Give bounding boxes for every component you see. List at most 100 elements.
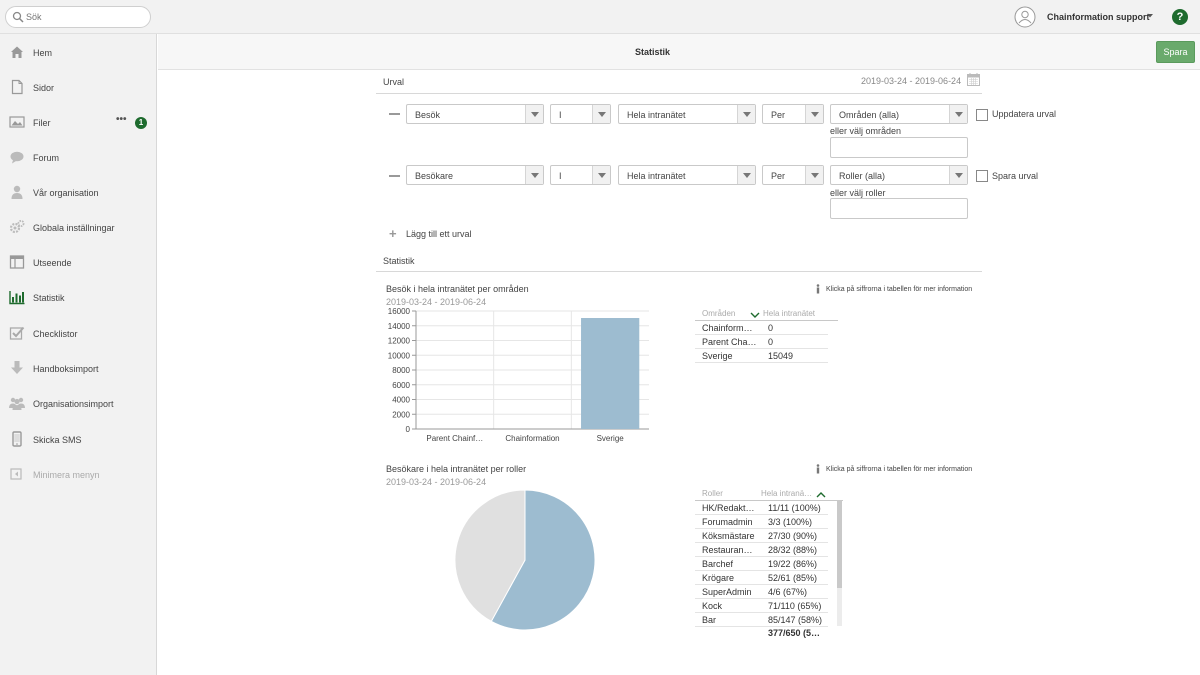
areas-input[interactable] — [830, 137, 968, 158]
sort-down-icon[interactable] — [750, 311, 760, 319]
sidebar-item-checklistor[interactable]: Checklistor — [0, 319, 157, 347]
row-value[interactable]: 15049 — [768, 351, 793, 361]
scrollbar-thumb[interactable] — [837, 500, 842, 588]
row-value[interactable]: 0 — [768, 323, 773, 333]
row-name: Köksmästare — [702, 531, 755, 541]
chevron-down-icon — [949, 166, 967, 184]
sidebar-item-sidor[interactable]: Sidor — [0, 73, 157, 101]
roles-input[interactable] — [830, 198, 968, 219]
sidebar-item-handboksimport[interactable]: Handboksimport — [0, 354, 157, 382]
select-value: Besök — [415, 110, 441, 120]
row-value[interactable]: 28/32 (88%) — [768, 545, 817, 555]
group-select[interactable]: Områden (alla) — [830, 104, 968, 124]
row-value[interactable]: 0 — [768, 337, 773, 347]
urval-heading: Urval — [383, 77, 405, 87]
areas-label: eller välj områden — [830, 126, 902, 136]
y-tick-label: 12000 — [388, 337, 411, 346]
table-row: Forumadmin 3/3 (100%) — [695, 515, 828, 529]
scope-select[interactable]: Hela intranätet — [618, 104, 756, 124]
per-select[interactable]: Per — [762, 165, 824, 185]
y-tick-label: 6000 — [392, 381, 410, 390]
per-select[interactable]: Per — [762, 104, 824, 124]
row-value[interactable]: 4/6 (67%) — [768, 587, 807, 597]
measure-select[interactable]: Besökare — [406, 165, 544, 185]
table-row: Bar 85/147 (58%) — [695, 613, 828, 627]
save-selection-checkbox[interactable] — [976, 170, 988, 182]
row-name: Sverige — [702, 351, 733, 361]
row-value[interactable]: 52/61 (85%) — [768, 573, 817, 583]
sidebar-item-filer[interactable]: Filer ••• — [0, 108, 157, 136]
image-icon — [9, 116, 25, 128]
sidebar-item-minimera-menyn[interactable]: Minimera menyn — [0, 460, 157, 488]
table-row: Barchef 19/22 (86%) — [695, 557, 828, 571]
remove-row-button[interactable] — [389, 175, 400, 177]
remove-row-button[interactable] — [389, 113, 400, 115]
sidebar-item-label: Organisationsimport — [33, 399, 114, 409]
search-icon — [12, 11, 24, 23]
table-row: Chainform… 0 — [695, 321, 828, 335]
sidebar-item-statistik[interactable]: Statistik — [0, 283, 157, 311]
table-row: HK/Redakt… 11/11 (100%) — [695, 501, 828, 515]
y-tick-label: 16000 — [388, 307, 411, 316]
chevron-down-icon — [592, 166, 610, 184]
row-value[interactable]: 19/22 (86%) — [768, 559, 817, 569]
page-title: Statistik — [635, 47, 671, 57]
table-row: Restauran… 28/32 (88%) — [695, 543, 828, 557]
row-value[interactable]: 27/30 (90%) — [768, 531, 817, 541]
calendar-icon[interactable] — [967, 73, 980, 86]
row-value[interactable]: 3/3 (100%) — [768, 517, 812, 527]
select-value: I — [559, 171, 562, 181]
user-avatar-icon[interactable] — [1014, 6, 1036, 28]
table-row: SuperAdmin 4/6 (67%) — [695, 585, 828, 599]
chevron-down-icon — [592, 105, 610, 123]
speech-bubble-icon — [10, 151, 24, 164]
row-value[interactable]: 71/110 (65%) — [768, 601, 821, 611]
chevron-down-icon[interactable] — [1146, 12, 1154, 20]
table-row: Köksmästare 27/30 (90%) — [695, 529, 828, 543]
sidebar: Hem Sidor Filer ••• 1 Forum Vår organisa… — [0, 34, 157, 675]
sidebar-item-hem[interactable]: Hem — [0, 38, 157, 66]
bar[interactable] — [581, 318, 640, 429]
row-name: SuperAdmin — [702, 587, 752, 597]
measure-select[interactable]: Besök — [406, 104, 544, 124]
help-icon[interactable]: ? — [1172, 9, 1188, 25]
row-name: Kock — [702, 601, 723, 611]
scope-select[interactable]: Hela intranätet — [618, 165, 756, 185]
sidebar-item-var-organisation[interactable]: Vår organisation — [0, 178, 157, 206]
divider — [376, 271, 982, 272]
chart1-table: Områden Hela intranätet Chainform… 0 Pare… — [695, 309, 840, 369]
sidebar-item-organisationsimport[interactable]: Organisationsimport — [0, 389, 157, 417]
layout-icon — [9, 255, 25, 269]
preposition-select[interactable]: I — [550, 104, 611, 124]
add-selection-button[interactable]: + Lägg till ett urval — [389, 227, 509, 241]
table-scrollbar[interactable] — [837, 500, 842, 626]
sidebar-item-skicka-sms[interactable]: Skicka SMS — [0, 425, 157, 453]
sidebar-item-utseende[interactable]: Utseende — [0, 248, 157, 276]
chevron-down-icon — [737, 105, 755, 123]
select-value: Per — [771, 110, 786, 120]
update-selection-checkbox[interactable] — [976, 109, 988, 121]
page-header: Statistik — [158, 34, 1200, 70]
group-select[interactable]: Roller (alla) — [830, 165, 968, 185]
date-range[interactable]: 2019-03-24 - 2019-06-24 — [861, 76, 961, 86]
search-input[interactable] — [26, 10, 146, 24]
y-tick-label: 10000 — [388, 351, 411, 360]
sidebar-item-forum[interactable]: Forum — [0, 143, 157, 171]
sidebar-item-globala-installningar[interactable]: Globala inställningar — [0, 213, 157, 241]
notification-badge: 1 — [135, 117, 147, 129]
search-box[interactable] — [5, 6, 151, 28]
preposition-select[interactable]: I — [550, 165, 611, 185]
row-name: HK/Redakt… — [702, 503, 755, 513]
info-icon — [816, 284, 820, 294]
sidebar-item-label: Skicka SMS — [33, 435, 82, 445]
row-value[interactable]: 11/11 (100%) — [768, 503, 821, 513]
add-selection-label: Lägg till ett urval — [406, 229, 472, 239]
checkbox-icon — [9, 326, 25, 340]
table-total[interactable]: 377/650 (5… — [768, 628, 820, 638]
sort-up-icon[interactable] — [816, 491, 826, 499]
save-button[interactable]: Spara — [1156, 41, 1195, 63]
user-name[interactable]: Chainformation support — [1047, 12, 1150, 22]
pie-chart — [454, 489, 596, 631]
row-value[interactable]: 85/147 (58%) — [768, 615, 822, 625]
more-options-icon[interactable]: ••• — [116, 114, 127, 125]
